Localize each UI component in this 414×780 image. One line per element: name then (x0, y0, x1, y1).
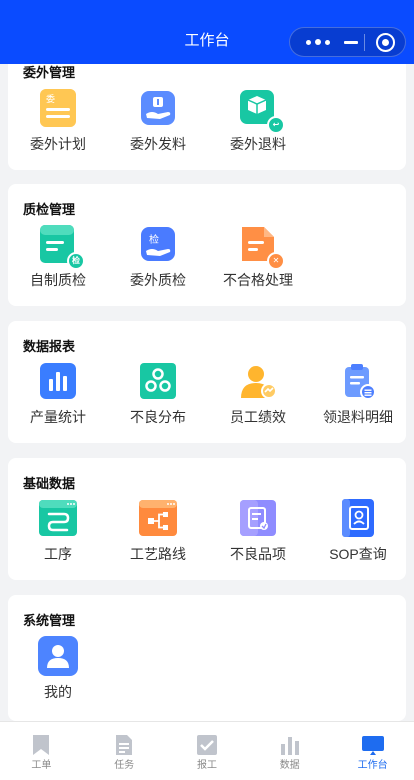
outsource-inspection-icon: 检 (138, 224, 178, 264)
top-nav-bar: 工作台 (0, 0, 414, 64)
section-quality-inspection: 质检管理 检 自制质检 检 委外质检 ✕ 不合格处理 (8, 184, 406, 306)
item-label: 不良分布 (130, 409, 186, 425)
item-output-statistics[interactable]: 产量统计 (8, 361, 108, 426)
document-icon (113, 734, 135, 756)
process-icon (38, 498, 78, 538)
section-title: 数据报表 (23, 339, 76, 354)
outsource-return-icon: ↩ (238, 88, 285, 134)
tab-label: 报工 (196, 760, 217, 771)
item-process-route[interactable]: 工艺路线 (108, 498, 208, 563)
section-outsourcing: 委外管理 委 委外计划 委外发料 ↩ 委外退料 (8, 64, 406, 170)
item-outsource-inspection[interactable]: 检 委外质检 (108, 224, 208, 289)
item-defect-item[interactable]: 不良品项 (208, 498, 308, 563)
tab-data[interactable]: 数据 (248, 722, 331, 780)
item-label: 领退料明细 (323, 409, 393, 425)
svg-text:委: 委 (46, 93, 55, 105)
outsource-issue-icon (138, 88, 178, 128)
section-title: 质检管理 (23, 202, 76, 217)
sop-book-icon (338, 498, 378, 538)
tab-workbench[interactable]: 工作台 (331, 722, 414, 780)
item-label: 员工绩效 (230, 409, 286, 425)
close-badge-icon: ✕ (267, 252, 285, 270)
tab-report-work[interactable]: 报工 (166, 722, 249, 780)
defect-item-icon (238, 498, 278, 538)
tab-tasks[interactable]: 任务 (83, 722, 166, 780)
item-outsource-return[interactable]: ↩ 委外退料 (208, 88, 308, 153)
tab-label: 工单 (31, 760, 52, 771)
item-sop-query[interactable]: SOP查询 (308, 498, 408, 563)
minimize-icon[interactable] (341, 32, 361, 52)
section-data-reports: 数据报表 产量统计 不良分布 员工绩效 领退料明细 (8, 321, 406, 443)
item-label: 不良品项 (230, 546, 286, 562)
nonconforming-icon: ✕ (238, 224, 285, 270)
process-route-icon (138, 498, 178, 538)
self-inspection-icon: 检 (38, 224, 85, 270)
item-label: 我的 (44, 684, 72, 700)
item-label: 工序 (44, 546, 72, 562)
user-icon (38, 636, 78, 676)
item-label: 产量统计 (30, 409, 86, 425)
tab-label: 工作台 (357, 760, 388, 771)
item-employee-performance[interactable]: 员工绩效 (208, 361, 308, 426)
section-basic-data: 基础数据 工序 工艺路线 不良品项 SOP查询 (8, 458, 406, 580)
item-label: 工艺路线 (130, 546, 186, 562)
item-nonconforming[interactable]: ✕ 不合格处理 (208, 224, 308, 289)
mini-program-capsule (289, 27, 406, 57)
outsource-plan-icon: 委 (38, 88, 78, 128)
defect-distribution-icon (138, 361, 178, 401)
tab-work-order[interactable]: 工单 (0, 722, 83, 780)
item-outsource-plan[interactable]: 委 委外计划 (8, 88, 108, 153)
item-self-inspection[interactable]: 检 自制质检 (8, 224, 108, 289)
bar-chart-icon (38, 361, 78, 401)
svg-text:检: 检 (149, 233, 159, 246)
item-outsource-issue[interactable]: 委外发料 (108, 88, 208, 153)
item-label: 委外计划 (30, 136, 86, 152)
bottom-tab-bar: 工单 任务 报工 数据 工作台 (0, 721, 414, 780)
material-detail-icon (338, 361, 378, 401)
section-title: 系统管理 (23, 613, 76, 628)
checkbox-icon (196, 734, 218, 756)
tab-label: 数据 (279, 760, 300, 771)
section-system-management: 系统管理 我的 (8, 595, 406, 721)
item-material-detail[interactable]: 领退料明细 (308, 361, 408, 426)
chart-icon (279, 734, 301, 756)
item-label: 委外质检 (130, 272, 186, 288)
more-options-icon[interactable] (302, 32, 338, 52)
item-process[interactable]: 工序 (8, 498, 108, 563)
capsule-divider (364, 34, 365, 51)
tab-label: 任务 (114, 760, 135, 771)
item-label: 委外退料 (230, 136, 286, 152)
item-label: 不合格处理 (223, 272, 293, 288)
item-defect-distribution[interactable]: 不良分布 (108, 361, 208, 426)
bookmark-icon (30, 734, 52, 756)
section-title: 基础数据 (23, 476, 76, 491)
inspection-badge: 检 (67, 252, 85, 270)
workbench-content[interactable]: 委外管理 委 委外计划 委外发料 ↩ 委外退料 质检管理 检 自制质检 检 委外… (0, 64, 414, 721)
item-my-profile[interactable]: 我的 (8, 636, 108, 701)
item-label: 委外发料 (130, 136, 186, 152)
monitor-icon (361, 734, 384, 756)
return-arrow-icon: ↩ (267, 116, 285, 134)
item-label: 自制质检 (30, 272, 86, 288)
section-title: 委外管理 (23, 65, 76, 80)
employee-performance-icon (238, 361, 278, 401)
item-label: SOP查询 (329, 546, 387, 562)
close-miniprogram-icon[interactable] (376, 33, 395, 52)
